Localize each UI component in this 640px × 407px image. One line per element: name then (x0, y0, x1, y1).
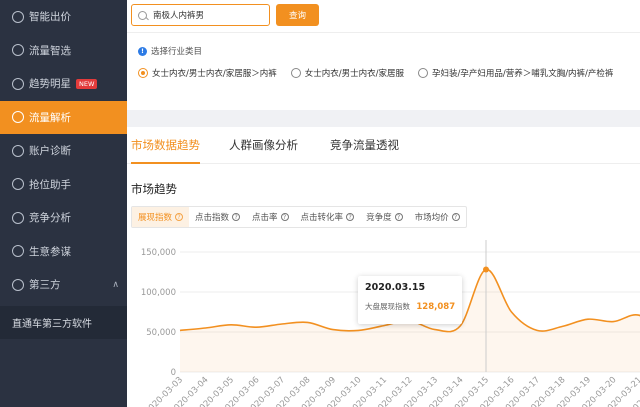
search-input[interactable]: 南极人内裤男 (131, 4, 270, 26)
tooltip-value: 128,087 (416, 302, 456, 312)
chart-tooltip: 2020.03.15 大盘展现指数 128,087 (358, 276, 462, 324)
y-tick-label: 0 (171, 368, 176, 378)
rank-helper-icon (12, 178, 24, 191)
radio-circle[interactable] (290, 68, 301, 78)
metric-tab-label: 展现指数 (138, 213, 173, 223)
business-advisor-icon (12, 245, 24, 258)
sidebar-item-third-party[interactable]: 第三方 ∧ (0, 268, 127, 302)
tab-competition-traffic[interactable]: 竞争流量透视 (330, 137, 399, 164)
metric-tab-market-avg-price[interactable]: 市场均价? (409, 207, 466, 227)
industry-radio-label: 女士内衣/男士内衣/家居服＞内裤 (152, 69, 277, 79)
tab-crowd-profile[interactable]: 人群画像分析 (229, 137, 298, 164)
metric-tab-label: 点击转化率 (300, 213, 344, 223)
sidebar-item-traffic-select[interactable]: 流量智选 (0, 34, 127, 68)
sidebar-item-label: 流量智选 (29, 44, 71, 57)
new-badge: NEW (76, 78, 98, 89)
sidebar-item-competition-analysis[interactable]: 竞争分析 (0, 201, 127, 235)
metric-tab-label: 点击指数 (195, 213, 230, 223)
industry-radio-group: 女士内衣/男士内衣/家居服＞内裤 女士内衣/男士内衣/家居服 孕妇装/孕产妇用品/营… (138, 67, 627, 79)
sidebar-item-smart-bid[interactable]: 智能出价 (0, 0, 127, 34)
sidebar-item-trend-star[interactable]: 趋势明星 NEW (0, 67, 127, 101)
tooltip-label: 大盘展现指数 (365, 302, 410, 311)
sidebar-subitem-third-party-software[interactable]: 直通车第三方软件 (0, 305, 127, 339)
industry-radio-label: 孕妇装/孕产妇用品/营养＞哺乳文胸/内裤/产检裤 (431, 69, 614, 79)
industry-radio-1[interactable]: 女士内衣/男士内衣/家居服＞内裤 (138, 67, 277, 79)
account-diagnosis-icon (12, 144, 24, 157)
metric-tab-competition[interactable]: 竞争度? (360, 207, 409, 227)
radio-circle[interactable] (138, 68, 148, 78)
tooltip-row: 大盘展现指数 128,087 (365, 301, 455, 312)
sidebar-item-account-diagnosis[interactable]: 账户诊断 (0, 134, 127, 168)
metric-tab-ctr[interactable]: 点击率? (246, 207, 295, 227)
sidebar-item-rank-helper[interactable]: 抢位助手 (0, 168, 127, 202)
divider (127, 32, 640, 33)
sidebar-item-label: 竞争分析 (29, 212, 71, 225)
metric-tab-impression-index[interactable]: 展现指数? (132, 207, 190, 227)
sidebar-item-label: 智能出价 (29, 11, 71, 24)
info-icon: ! (138, 46, 147, 56)
help-icon[interactable]: ? (232, 213, 241, 221)
help-icon[interactable]: ? (175, 213, 184, 221)
help-icon[interactable]: ? (346, 213, 355, 221)
y-tick-label: 150,000 (141, 248, 176, 258)
competition-analysis-icon (12, 211, 24, 224)
industry-title-text: 选择行业类目 (151, 47, 203, 57)
smart-bid-icon (12, 10, 24, 23)
industry-radio-label: 女士内衣/男士内衣/家居服 (304, 69, 404, 79)
traffic-select-icon (12, 44, 24, 57)
sidebar-item-label: 生意参谋 (29, 245, 71, 258)
metric-tab-click-conversion[interactable]: 点击转化率? (295, 207, 361, 227)
data-point[interactable] (483, 266, 489, 273)
sidebar: 智能出价 流量智选 趋势明星 NEW 流量解析 账户诊断 抢位助手 竞争分析 生意参谋 第三方 ∧ … (0, 0, 127, 407)
search-icon (138, 10, 147, 20)
sidebar-item-label: 账户诊断 (29, 145, 71, 158)
section-separator (127, 110, 640, 127)
metric-tab-label: 竞争度 (366, 213, 392, 223)
traffic-analysis-icon (12, 111, 24, 124)
search-input-value: 南极人内裤男 (153, 11, 205, 21)
main-panel: 南极人内裤男 查询 ! 选择行业类目 女士内衣/男士内衣/家居服＞内裤 女士内衣/… (127, 0, 640, 407)
metric-tabs: 展现指数? 点击指数? 点击率? 点击转化率? 竞争度? 市场均价? (131, 206, 467, 228)
industry-radio-2[interactable]: 女士内衣/男士内衣/家居服 (290, 67, 404, 79)
industry-title: ! 选择行业类目 (138, 45, 202, 57)
sidebar-item-label: 流量解析 (29, 111, 71, 124)
metric-tab-label: 市场均价 (414, 213, 449, 223)
search-button[interactable]: 查询 (276, 4, 319, 26)
tooltip-date: 2020.03.15 (365, 282, 426, 293)
third-party-icon (12, 278, 24, 291)
main-tabs: 市场数据趋势 人群画像分析 竞争流量透视 (127, 127, 640, 164)
help-icon[interactable]: ? (280, 213, 289, 221)
sidebar-item-business-advisor[interactable]: 生意参谋 (0, 235, 127, 269)
radio-circle[interactable] (417, 68, 428, 78)
metric-tab-click-index[interactable]: 点击指数? (189, 207, 246, 227)
help-icon[interactable]: ? (394, 213, 403, 221)
sidebar-item-label: 第三方 (29, 279, 61, 292)
chevron-up-icon[interactable]: ∧ (112, 280, 119, 290)
help-icon[interactable]: ? (451, 213, 460, 221)
industry-radio-3[interactable]: 孕妇装/孕产妇用品/营养＞哺乳文胸/内裤/产检裤 (417, 67, 614, 79)
metric-tab-label: 点击率 (252, 213, 278, 223)
tab-market-trend[interactable]: 市场数据趋势 (131, 137, 200, 164)
sidebar-item-traffic-analysis[interactable]: 流量解析 (0, 100, 127, 134)
trend-star-icon (12, 77, 24, 90)
y-tick-label: 100,000 (141, 288, 176, 298)
sidebar-item-label: 抢位助手 (29, 178, 71, 191)
y-tick-label: 50,000 (146, 328, 176, 338)
section-title: 市场趋势 (131, 182, 177, 196)
sidebar-item-label: 趋势明星 (29, 78, 71, 91)
